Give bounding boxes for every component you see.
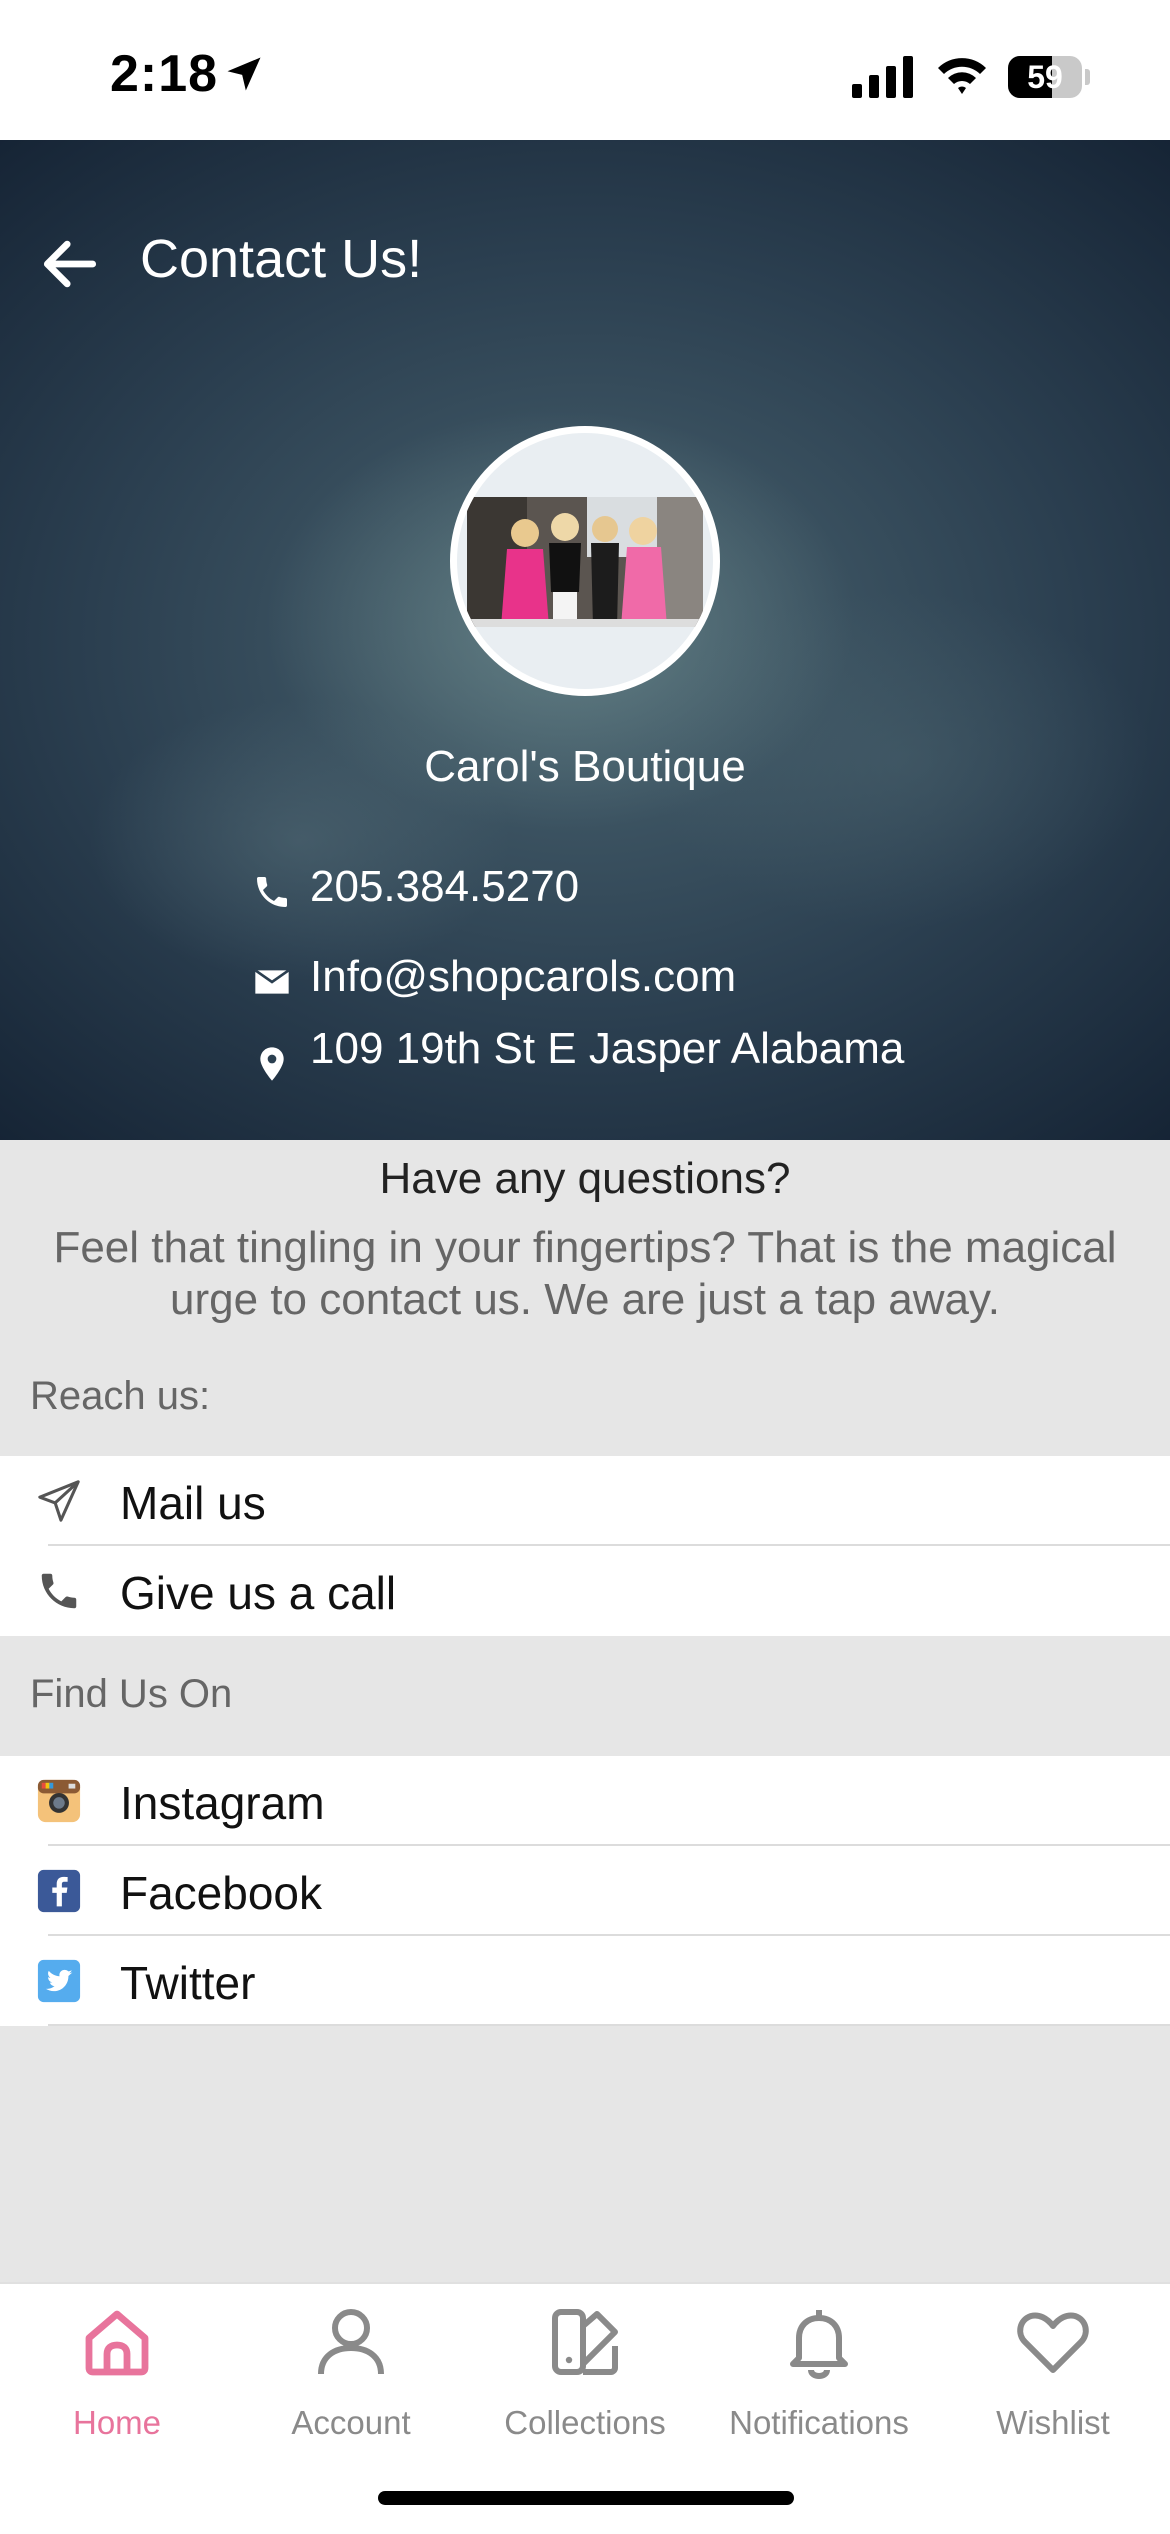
home-indicator [378, 2491, 794, 2505]
questions-section: Have any questions? Feel that tingling i… [0, 1140, 1170, 1456]
mail-us-label: Mail us [120, 1477, 266, 1529]
give-us-a-call-row[interactable]: Give us a call [0, 1546, 1170, 1636]
instagram-label: Instagram [120, 1777, 325, 1829]
questions-description: Feel that tingling in your fingertips? T… [53, 1223, 1117, 1324]
phone-icon [41, 1573, 77, 1609]
reach-us-list: Mail us Give us a call [0, 1456, 1170, 1636]
store-avatar [450, 426, 720, 696]
heart-icon [1017, 2312, 1089, 2373]
home-icon [85, 2310, 149, 2376]
status-time: 2:18 [110, 45, 219, 103]
facebook-label: Facebook [120, 1867, 323, 1919]
tab-wishlist[interactable]: Wishlist [936, 2294, 1170, 2464]
tab-account-label: Account [291, 2404, 411, 2441]
phone-icon [257, 877, 287, 907]
contact-phone-text: 205.384.5270 [310, 862, 580, 911]
battery-icon: 59 [1008, 56, 1090, 98]
instagram-row[interactable]: Instagram [0, 1756, 1170, 1846]
paper-plane-icon [38, 1480, 80, 1522]
arrow-left-icon[interactable] [36, 230, 104, 298]
find-us-section: Find Us On [0, 1636, 1170, 1756]
status-bar: 2:18 59 [0, 0, 1170, 140]
tab-wishlist-label: Wishlist [996, 2404, 1110, 2441]
cellular-signal-icon [852, 56, 913, 98]
reach-us-label: Reach us: [30, 1374, 211, 1418]
give-us-a-call-label: Give us a call [120, 1567, 397, 1619]
questions-title: Have any questions? [379, 1154, 791, 1203]
contact-address-text: 109 19th St E Jasper Alabama [310, 1024, 905, 1073]
twitter-icon [37, 1959, 81, 2003]
twitter-label: Twitter [120, 1957, 256, 2009]
store-name: Carol's Boutique [424, 742, 746, 791]
contact-address[interactable]: 109 19th St E Jasper Alabama [252, 1024, 1152, 1084]
contact-phone[interactable]: 205.384.5270 [252, 862, 1152, 922]
battery-level: 59 [1027, 59, 1063, 95]
collections-icon [552, 2309, 618, 2375]
user-icon [318, 2309, 384, 2375]
find-us-label: Find Us On [30, 1672, 233, 1716]
tab-notifications-label: Notifications [729, 2404, 909, 2441]
envelope-icon [254, 969, 290, 994]
contact-hero: Contact Us! Carol's Boutique 205.384.527… [0, 140, 1170, 1140]
mail-us-row[interactable]: Mail us [0, 1456, 1170, 1546]
facebook-icon [37, 1869, 81, 1913]
tab-home-label: Home [72, 2404, 162, 2441]
tab-notifications[interactable]: Notifications [702, 2294, 936, 2464]
map-pin-icon [260, 1047, 284, 1081]
page-title: Contact Us! [140, 229, 423, 289]
facebook-row[interactable]: Facebook [0, 1846, 1170, 1936]
location-arrow-icon [227, 57, 261, 91]
store-photo [467, 497, 703, 627]
find-us-list: Instagram Facebook Twitter [0, 1756, 1170, 2026]
bell-icon [790, 2310, 848, 2380]
instagram-icon [37, 1779, 81, 1823]
tab-account[interactable]: Account [234, 2294, 468, 2464]
wifi-icon [938, 58, 986, 94]
contact-email[interactable]: Info@shopcarols.com [252, 952, 1152, 1012]
tab-collections[interactable]: Collections [468, 2294, 702, 2464]
tab-collections-label: Collections [504, 2404, 666, 2441]
twitter-row[interactable]: Twitter [0, 1936, 1170, 2026]
contact-email-text: Info@shopcarols.com [310, 952, 737, 1001]
tab-home[interactable]: Home [0, 2294, 234, 2464]
